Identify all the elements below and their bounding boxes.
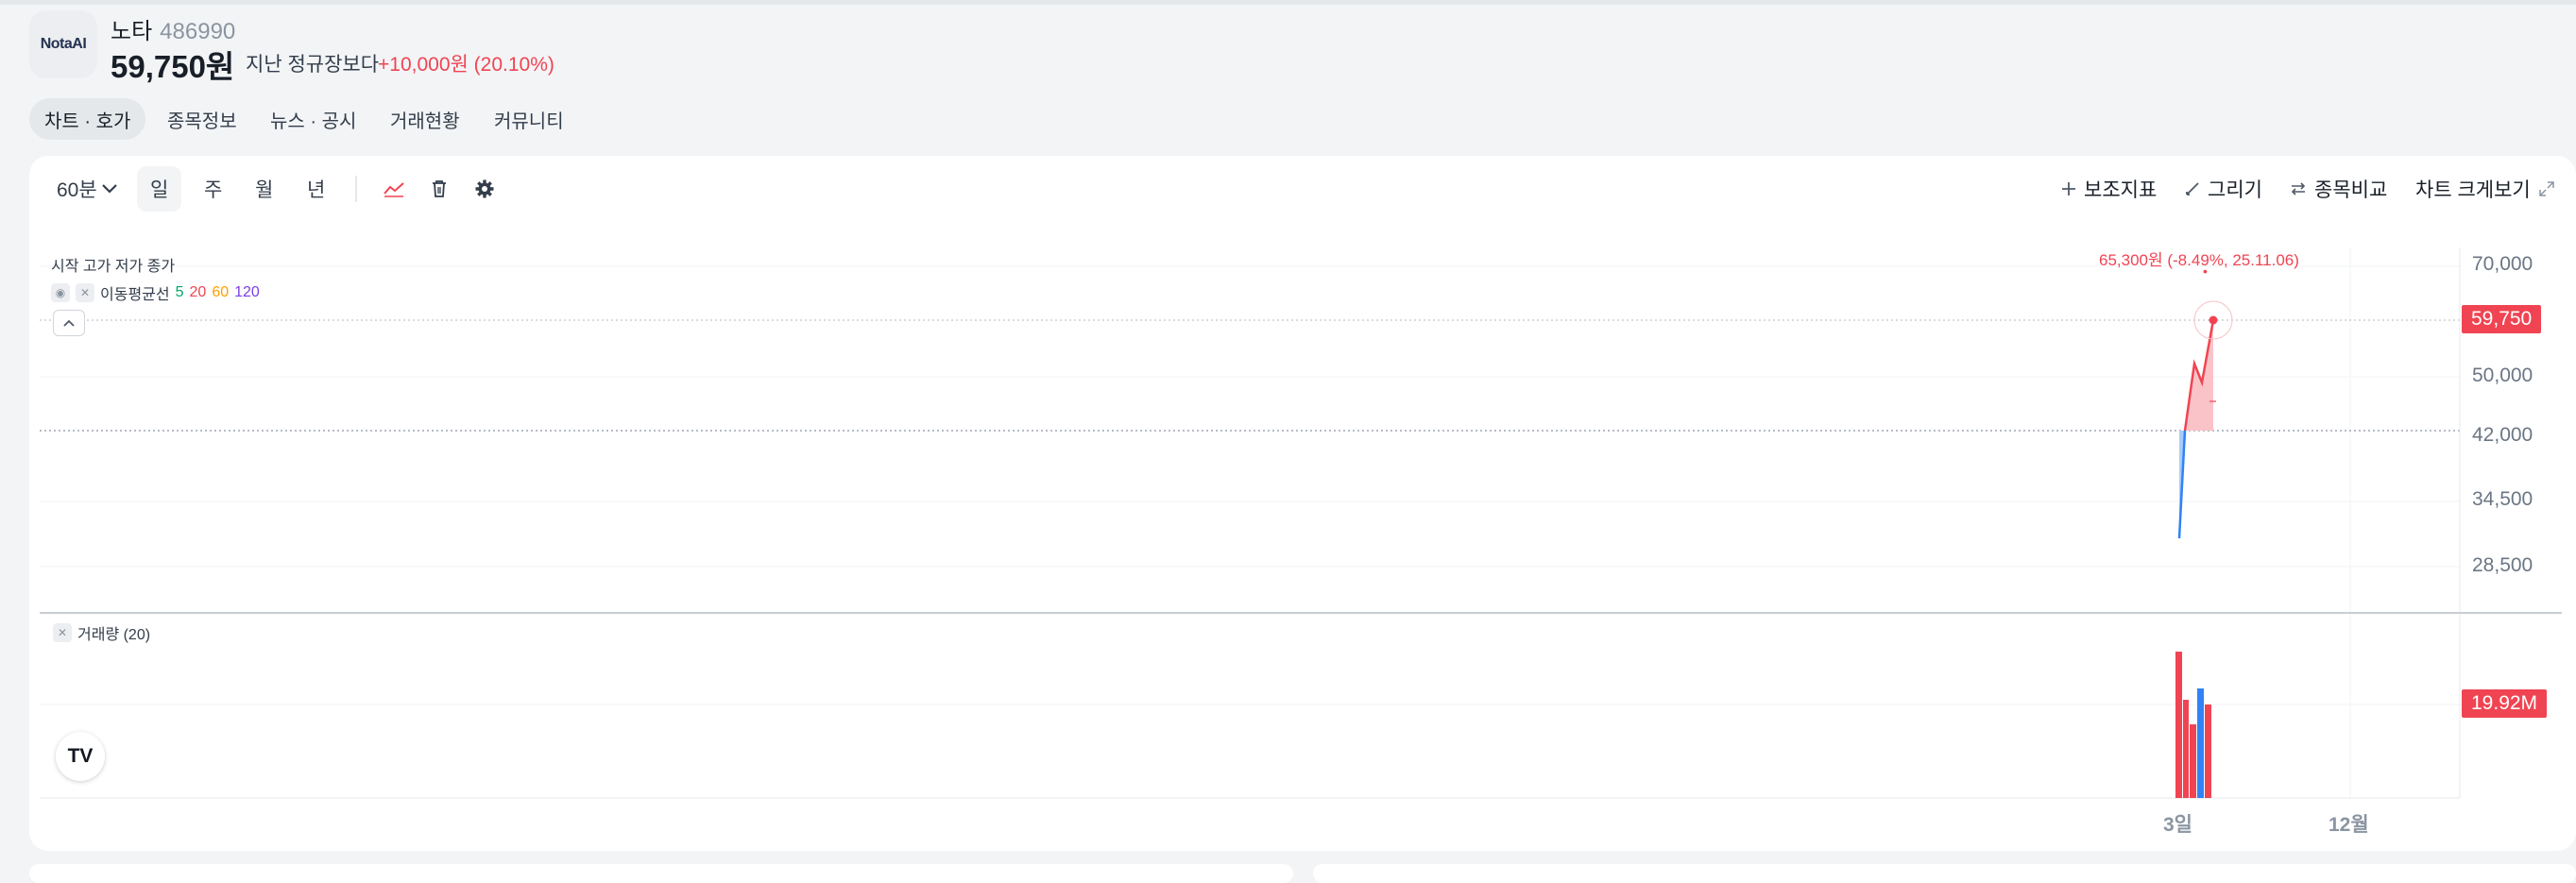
ohlc-legend: 시작 고가 저가 종가 [51, 259, 176, 275]
ma-5: 5 [175, 284, 184, 300]
x-tick: 12월 [2329, 814, 2369, 836]
y-tick: 34,500 [2472, 488, 2533, 510]
price-chart[interactable]: • [0, 0, 2576, 876]
y-tick: 70,000 [2472, 253, 2533, 275]
y-tick: 28,500 [2472, 554, 2533, 576]
eye-icon[interactable]: ◉ [51, 283, 70, 302]
volume-bar [2183, 700, 2189, 798]
x-tick: 3일 [2163, 814, 2192, 836]
volume-bar [2190, 724, 2196, 798]
y-tick: 50,000 [2472, 365, 2533, 386]
current-price-dot [2209, 315, 2218, 325]
collapse-legend-button[interactable] [53, 310, 85, 336]
volume-bar [2197, 688, 2204, 798]
tradingview-logo[interactable]: TV [56, 732, 105, 781]
chevron-up-icon [63, 319, 75, 327]
volume-bar [2175, 652, 2182, 798]
volume-legend: ✕ 거래량 (20) [53, 621, 150, 644]
ma-60: 60 [212, 284, 230, 300]
close-icon[interactable]: ✕ [76, 283, 94, 302]
high-annotation: 65,300원 (-8.49%, 25.11.06) [2099, 251, 2299, 269]
ma-120: 120 [234, 284, 260, 300]
info-card [1313, 864, 2576, 883]
y-tick: 42,000 [2472, 424, 2533, 446]
ma-20: 20 [189, 284, 207, 300]
current-price-badge: 59,750 [2462, 305, 2542, 333]
volume-bar [2205, 705, 2211, 798]
orderbook-card [29, 864, 1293, 883]
volume-bars [2175, 652, 2211, 798]
close-icon[interactable]: ✕ [53, 623, 72, 642]
moving-average-legend: ◉ ✕ 이동평균선 5 20 60 120 [51, 281, 260, 304]
volume-badge: 19.92M [2462, 689, 2548, 718]
ma-label: 이동평균선 [100, 287, 170, 303]
volume-label: 거래량 (20) [77, 627, 151, 643]
